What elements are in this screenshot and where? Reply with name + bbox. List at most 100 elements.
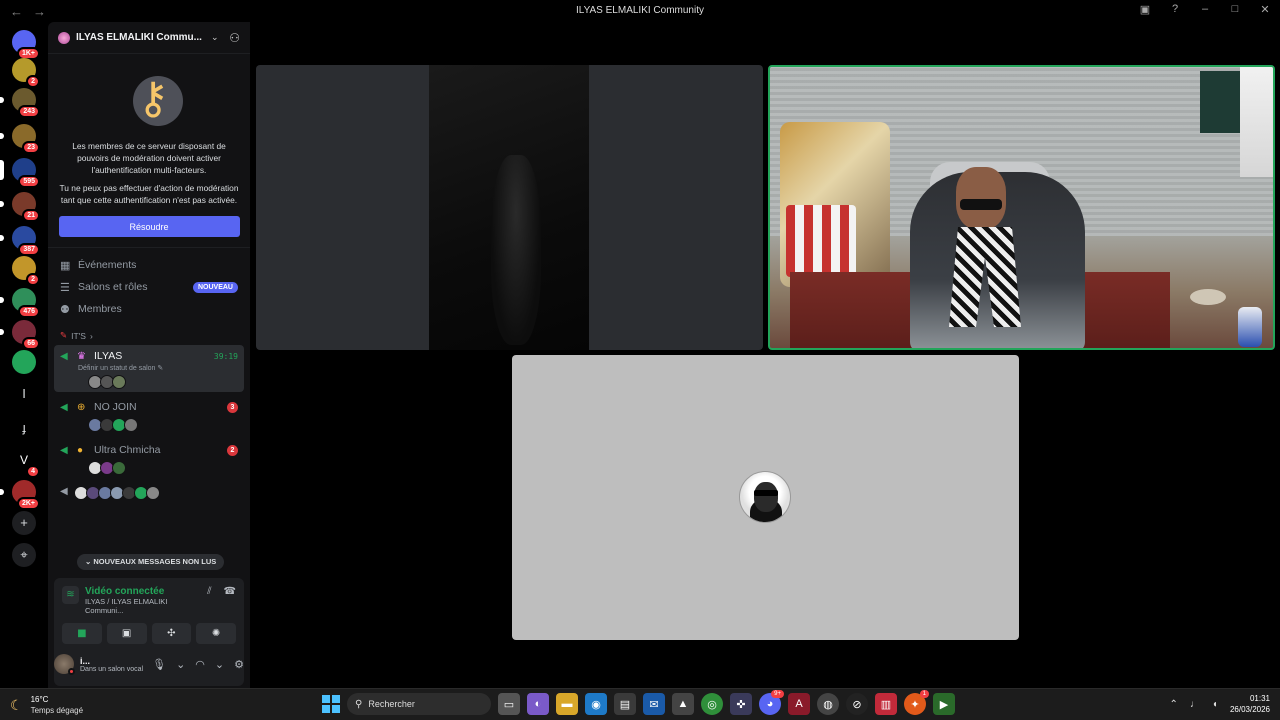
video-tile-avatar[interactable] [512, 355, 1019, 640]
search-icon: ⚲ [355, 698, 363, 710]
maximize-icon[interactable]: □ [1228, 3, 1242, 16]
server-icon[interactable]: 21 [0, 192, 40, 222]
soundboard-button[interactable]: ✺ [196, 623, 236, 644]
microphone-icon[interactable]: ♩ [1190, 699, 1200, 710]
server-icon[interactable]: 66 [0, 320, 40, 350]
copilot-icon[interactable]: ◐ [527, 693, 549, 715]
video-tile-speaking[interactable] [768, 65, 1275, 350]
forward-arrow-icon[interactable]: → [33, 4, 46, 19]
clock[interactable]: 01:31 26/03/2026 [1230, 693, 1270, 715]
direct-messages-button[interactable]: 1K+ [12, 30, 40, 60]
discord-icon[interactable]: ◕ 9+ [759, 690, 784, 715]
unread-messages-pill[interactable]: ⌄ NOUVEAUX MESSAGES NON LUS [77, 554, 225, 570]
server-icon[interactable]: ɟ [12, 416, 36, 440]
unread-indicator [0, 97, 4, 103]
app-icon[interactable]: ◍ [817, 693, 839, 715]
app-icon[interactable]: ✦ 1 [904, 690, 929, 715]
app-icon[interactable]: ⊘ [846, 693, 868, 715]
task-view-icon[interactable]: ▭ [498, 693, 520, 715]
app-icon[interactable]: ▶ [933, 693, 955, 715]
server-icon-active[interactable]: 595 [0, 158, 40, 188]
channel-category[interactable]: ✎ IT'S › [48, 330, 250, 341]
chevron-down-icon[interactable]: ⌄ [176, 658, 185, 671]
camera-button[interactable]: ■ [62, 623, 102, 644]
avatar[interactable] [112, 461, 126, 475]
voice-speaker-icon: ◀ [60, 350, 68, 362]
chevron-down-icon[interactable]: ⌄ [215, 658, 224, 671]
notification-badge: 66 [22, 337, 40, 350]
volume-icon[interactable]: ◖ [1212, 699, 1218, 710]
server-icon[interactable]: 2 [12, 58, 40, 88]
video-tile-stream[interactable] [256, 65, 763, 350]
photos-icon[interactable]: ▲ [672, 693, 694, 715]
store-icon[interactable]: ▤ [614, 693, 636, 715]
guild-header[interactable]: ILYAS ELMALIKI Commu... ⌄ ⚇ [48, 22, 250, 54]
disconnect-icon[interactable]: ☎ [224, 586, 236, 597]
voice-channel-no-join[interactable]: ◀ ⊕ NO JOIN 3 [54, 396, 244, 435]
server-icon[interactable]: 2 [12, 256, 40, 286]
user-name[interactable]: i... [80, 656, 143, 666]
weather-widget[interactable]: ☾ 16°C Temps dégagé [10, 694, 83, 716]
server-icon[interactable]: 243 [0, 88, 40, 118]
divider [48, 247, 250, 248]
channel-status[interactable]: Définir un statut de salon ✎ [60, 364, 238, 372]
activities-button[interactable]: ✣ [151, 623, 192, 644]
avatar[interactable] [112, 375, 126, 389]
voice-channel-ultra-chmicha[interactable]: ◀ ● Ultra Chmicha 2 [54, 439, 244, 478]
mfa-text-1: Les membres de ce serveur disposant de p… [72, 141, 226, 175]
server-letter: V [19, 453, 28, 467]
weather-description: Temps dégagé [30, 706, 84, 715]
server-folder[interactable]: I [12, 382, 36, 406]
notification-badge: 595 [18, 175, 40, 188]
chrome-icon[interactable]: ◎ [701, 693, 723, 715]
notification-badge: 476 [18, 305, 40, 318]
settings-gear-icon[interactable]: ⚙ [234, 658, 244, 671]
channels-roles-item[interactable]: ☰ Salons et rôles NOUVEAU [48, 276, 250, 298]
microphone-icon[interactable]: 🎙︎ [152, 658, 166, 671]
taskbar-search[interactable]: ⚲ Rechercher [347, 693, 491, 715]
discover-icon[interactable]: ⌖ [12, 543, 36, 567]
add-server-button[interactable]: + [12, 511, 36, 535]
app-a-icon[interactable]: A [788, 693, 810, 715]
avatar[interactable] [124, 418, 138, 432]
headphones-icon[interactable]: ◠ [195, 658, 205, 671]
resolve-button[interactable]: Résoudre [58, 216, 240, 237]
members-item[interactable]: ⚉ Membres [48, 298, 250, 320]
help-icon[interactable]: ? [1168, 3, 1182, 16]
lock-icon: ⊕ [77, 401, 86, 413]
close-icon[interactable]: ✕ [1258, 3, 1272, 16]
discord-badge: 9+ [771, 690, 784, 698]
server-icon[interactable]: 476 [0, 288, 40, 318]
back-arrow-icon[interactable]: ← [10, 4, 23, 19]
file-explorer-icon[interactable]: ▬ [556, 693, 578, 715]
voice-channel-ilyas[interactable]: ◀ ♛ ILYAS 39:19 Définir un statut de sal… [54, 345, 244, 392]
new-badge: NOUVEAU [192, 281, 238, 293]
chevron-up-icon[interactable]: ⌃ [1170, 699, 1178, 710]
screen-share-button[interactable]: ▣ [106, 623, 147, 644]
outlook-icon[interactable]: ✉ [643, 693, 665, 715]
voice-status[interactable]: Vidéo connectée [85, 586, 201, 597]
unread-indicator [0, 489, 4, 495]
user-status: Dans un salon vocal [80, 665, 144, 673]
server-icon[interactable]: 387 [0, 226, 40, 256]
inbox-icon[interactable]: ▣ [1138, 3, 1152, 16]
server-icon[interactable]: V4 [12, 448, 40, 478]
noise-suppression-icon[interactable]: ⫽ [207, 586, 211, 597]
user-avatar[interactable] [54, 654, 75, 675]
gamepad-icon[interactable]: ✜ [730, 693, 752, 715]
minimize-icon[interactable]: – [1198, 3, 1212, 16]
signal-icon[interactable]: ≋ [62, 586, 79, 604]
app-icon[interactable]: ▥ [875, 693, 897, 715]
voice-location[interactable]: ILYAS / ILYAS ELMALIKI Communi... [85, 597, 201, 615]
server-icon[interactable]: 23 [0, 124, 40, 154]
server-icon[interactable]: 2K+ [0, 480, 40, 510]
events-item[interactable]: ▦ Événements [48, 254, 250, 276]
temperature: 16°C [30, 695, 49, 704]
server-icon[interactable] [12, 350, 36, 374]
edge-icon[interactable]: ◉ [585, 693, 607, 715]
invite-people-icon[interactable]: ⚇ [229, 31, 240, 45]
avatar[interactable] [145, 486, 160, 500]
channel-participants [60, 375, 238, 389]
start-button[interactable] [322, 695, 340, 713]
user-count-badge: 2 [227, 444, 238, 456]
